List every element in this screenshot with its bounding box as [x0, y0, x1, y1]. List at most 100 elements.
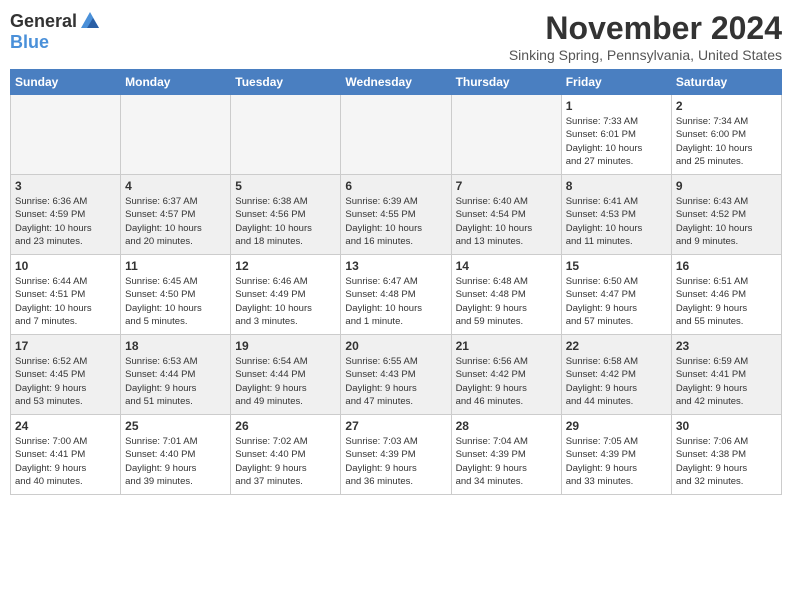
day-info: Sunrise: 6:47 AM Sunset: 4:48 PM Dayligh… [345, 275, 446, 328]
day-number: 9 [676, 179, 777, 193]
day-info: Sunrise: 6:37 AM Sunset: 4:57 PM Dayligh… [125, 195, 226, 248]
calendar-cell: 25 Sunrise: 7:01 AM Sunset: 4:40 PM Dayli… [121, 415, 231, 495]
day-number: 11 [125, 259, 226, 273]
day-info: Sunrise: 6:51 AM Sunset: 4:46 PM Dayligh… [676, 275, 777, 328]
day-number: 19 [235, 339, 336, 353]
day-number: 24 [15, 419, 116, 433]
calendar-cell [341, 95, 451, 175]
day-info: Sunrise: 7:34 AM Sunset: 6:00 PM Dayligh… [676, 115, 777, 168]
day-info: Sunrise: 6:50 AM Sunset: 4:47 PM Dayligh… [566, 275, 667, 328]
calendar-cell: 11 Sunrise: 6:45 AM Sunset: 4:50 PM Dayli… [121, 255, 231, 335]
day-info: Sunrise: 7:00 AM Sunset: 4:41 PM Dayligh… [15, 435, 116, 488]
page-header: General Blue November 2024 Sinking Sprin… [10, 10, 782, 63]
day-number: 28 [456, 419, 557, 433]
calendar-cell: 7 Sunrise: 6:40 AM Sunset: 4:54 PM Daylig… [451, 175, 561, 255]
day-info: Sunrise: 6:46 AM Sunset: 4:49 PM Dayligh… [235, 275, 336, 328]
day-info: Sunrise: 6:56 AM Sunset: 4:42 PM Dayligh… [456, 355, 557, 408]
calendar-cell: 3 Sunrise: 6:36 AM Sunset: 4:59 PM Daylig… [11, 175, 121, 255]
calendar-cell: 10 Sunrise: 6:44 AM Sunset: 4:51 PM Dayli… [11, 255, 121, 335]
day-number: 26 [235, 419, 336, 433]
calendar-cell: 8Sunrise: 6:41 AM Sunset: 4:53 PM Daylig… [561, 175, 671, 255]
calendar-cell: 26 Sunrise: 7:02 AM Sunset: 4:40 PM Dayli… [231, 415, 341, 495]
day-number: 15 [566, 259, 667, 273]
day-info: Sunrise: 7:01 AM Sunset: 4:40 PM Dayligh… [125, 435, 226, 488]
day-info: Sunrise: 6:45 AM Sunset: 4:50 PM Dayligh… [125, 275, 226, 328]
day-number: 13 [345, 259, 446, 273]
day-number: 3 [15, 179, 116, 193]
calendar-cell: 4Sunrise: 6:37 AM Sunset: 4:57 PM Daylig… [121, 175, 231, 255]
day-info: Sunrise: 6:53 AM Sunset: 4:44 PM Dayligh… [125, 355, 226, 408]
weekday-header: Wednesday [341, 70, 451, 95]
day-info: Sunrise: 6:43 AM Sunset: 4:52 PM Dayligh… [676, 195, 777, 248]
calendar-week-row: 1Sunrise: 7:33 AM Sunset: 6:01 PM Daylig… [11, 95, 782, 175]
day-info: Sunrise: 6:44 AM Sunset: 4:51 PM Dayligh… [15, 275, 116, 328]
weekday-header: Friday [561, 70, 671, 95]
day-info: Sunrise: 6:40 AM Sunset: 4:54 PM Dayligh… [456, 195, 557, 248]
weekday-header: Saturday [671, 70, 781, 95]
day-info: Sunrise: 7:06 AM Sunset: 4:38 PM Dayligh… [676, 435, 777, 488]
logo: General Blue [10, 10, 101, 53]
calendar-cell: 29 Sunrise: 7:05 AM Sunset: 4:39 PM Dayli… [561, 415, 671, 495]
calendar-week-row: 24 Sunrise: 7:00 AM Sunset: 4:41 PM Dayli… [11, 415, 782, 495]
calendar-header-row: SundayMondayTuesdayWednesdayThursdayFrid… [11, 70, 782, 95]
calendar-cell: 12 Sunrise: 6:46 AM Sunset: 4:49 PM Dayli… [231, 255, 341, 335]
day-number: 1 [566, 99, 667, 113]
day-number: 29 [566, 419, 667, 433]
calendar-week-row: 10 Sunrise: 6:44 AM Sunset: 4:51 PM Dayli… [11, 255, 782, 335]
calendar-cell: 17 Sunrise: 6:52 AM Sunset: 4:45 PM Dayli… [11, 335, 121, 415]
day-number: 2 [676, 99, 777, 113]
weekday-header: Tuesday [231, 70, 341, 95]
month-title: November 2024 [509, 10, 782, 47]
calendar-cell: 23Sunrise: 6:59 AM Sunset: 4:41 PM Dayli… [671, 335, 781, 415]
calendar-cell: 16 Sunrise: 6:51 AM Sunset: 4:46 PM Dayli… [671, 255, 781, 335]
day-number: 22 [566, 339, 667, 353]
day-number: 25 [125, 419, 226, 433]
calendar-cell: 1Sunrise: 7:33 AM Sunset: 6:01 PM Daylig… [561, 95, 671, 175]
calendar-body: 1Sunrise: 7:33 AM Sunset: 6:01 PM Daylig… [11, 95, 782, 495]
calendar-cell: 13 Sunrise: 6:47 AM Sunset: 4:48 PM Dayli… [341, 255, 451, 335]
calendar-table: SundayMondayTuesdayWednesdayThursdayFrid… [10, 69, 782, 495]
calendar-cell: 24 Sunrise: 7:00 AM Sunset: 4:41 PM Dayli… [11, 415, 121, 495]
calendar-cell: 18Sunrise: 6:53 AM Sunset: 4:44 PM Dayli… [121, 335, 231, 415]
title-block: November 2024 Sinking Spring, Pennsylvan… [509, 10, 782, 63]
day-number: 20 [345, 339, 446, 353]
logo-blue-text: Blue [10, 32, 49, 53]
calendar-cell: 19Sunrise: 6:54 AM Sunset: 4:44 PM Dayli… [231, 335, 341, 415]
day-number: 10 [15, 259, 116, 273]
day-info: Sunrise: 6:52 AM Sunset: 4:45 PM Dayligh… [15, 355, 116, 408]
day-info: Sunrise: 7:02 AM Sunset: 4:40 PM Dayligh… [235, 435, 336, 488]
day-number: 6 [345, 179, 446, 193]
day-number: 14 [456, 259, 557, 273]
calendar-cell: 5 Sunrise: 6:38 AM Sunset: 4:56 PM Daylig… [231, 175, 341, 255]
calendar-cell [231, 95, 341, 175]
calendar-cell: 6 Sunrise: 6:39 AM Sunset: 4:55 PM Daylig… [341, 175, 451, 255]
day-info: Sunrise: 6:36 AM Sunset: 4:59 PM Dayligh… [15, 195, 116, 248]
day-number: 23 [676, 339, 777, 353]
calendar-cell: 2 Sunrise: 7:34 AM Sunset: 6:00 PM Daylig… [671, 95, 781, 175]
calendar-cell: 22 Sunrise: 6:58 AM Sunset: 4:42 PM Dayli… [561, 335, 671, 415]
calendar-cell: 27Sunrise: 7:03 AM Sunset: 4:39 PM Dayli… [341, 415, 451, 495]
day-number: 8 [566, 179, 667, 193]
calendar-cell: 14 Sunrise: 6:48 AM Sunset: 4:48 PM Dayli… [451, 255, 561, 335]
day-number: 5 [235, 179, 336, 193]
day-info: Sunrise: 6:48 AM Sunset: 4:48 PM Dayligh… [456, 275, 557, 328]
calendar-cell [451, 95, 561, 175]
day-number: 7 [456, 179, 557, 193]
calendar-cell: 28 Sunrise: 7:04 AM Sunset: 4:39 PM Dayli… [451, 415, 561, 495]
day-number: 17 [15, 339, 116, 353]
day-info: Sunrise: 6:39 AM Sunset: 4:55 PM Dayligh… [345, 195, 446, 248]
calendar-cell: 21Sunrise: 6:56 AM Sunset: 4:42 PM Dayli… [451, 335, 561, 415]
day-info: Sunrise: 7:05 AM Sunset: 4:39 PM Dayligh… [566, 435, 667, 488]
day-info: Sunrise: 6:38 AM Sunset: 4:56 PM Dayligh… [235, 195, 336, 248]
day-number: 27 [345, 419, 446, 433]
logo-general-text: General [10, 11, 77, 32]
day-info: Sunrise: 7:04 AM Sunset: 4:39 PM Dayligh… [456, 435, 557, 488]
calendar-cell: 9 Sunrise: 6:43 AM Sunset: 4:52 PM Daylig… [671, 175, 781, 255]
day-number: 12 [235, 259, 336, 273]
day-info: Sunrise: 6:58 AM Sunset: 4:42 PM Dayligh… [566, 355, 667, 408]
weekday-header: Thursday [451, 70, 561, 95]
calendar-cell: 30Sunrise: 7:06 AM Sunset: 4:38 PM Dayli… [671, 415, 781, 495]
location-subtitle: Sinking Spring, Pennsylvania, United Sta… [509, 47, 782, 63]
calendar-cell: 15 Sunrise: 6:50 AM Sunset: 4:47 PM Dayli… [561, 255, 671, 335]
day-number: 16 [676, 259, 777, 273]
